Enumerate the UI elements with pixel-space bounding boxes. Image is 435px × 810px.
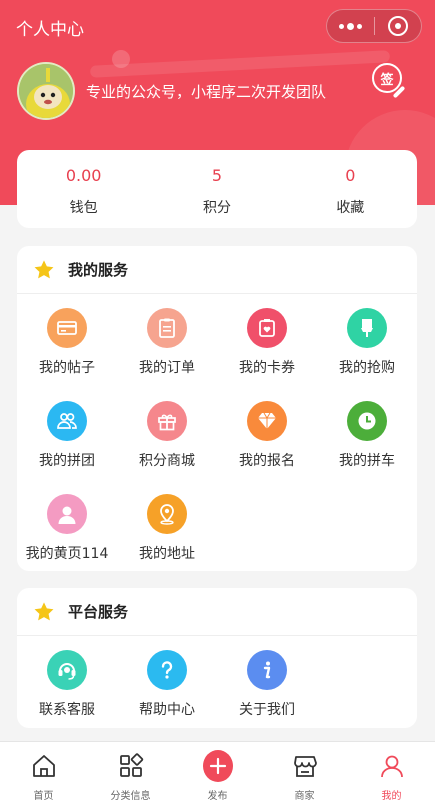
more-menu-button[interactable] <box>327 10 374 42</box>
service-item-address[interactable]: 我的地址 <box>117 480 217 571</box>
service-label: 我的拼车 <box>339 453 395 469</box>
platform-item-about-us[interactable]: 关于我们 <box>217 636 317 728</box>
question-icon <box>147 650 187 690</box>
service-item-orders[interactable]: 我的订单 <box>117 294 217 387</box>
bottom-tabbar: 首页 分类信息 发布 商家 我的 <box>0 741 435 810</box>
service-item-group-buy[interactable]: 我的拼团 <box>17 387 117 480</box>
tab-label: 我的 <box>381 791 402 802</box>
tab-label: 分类信息 <box>110 791 151 802</box>
clipboard-icon <box>147 308 187 348</box>
location-icon <box>147 494 187 534</box>
shop-icon <box>290 751 320 781</box>
stat-value: 0.00 <box>65 166 102 185</box>
tab-label: 首页 <box>33 791 54 802</box>
tab-mine[interactable]: 我的 <box>348 742 435 810</box>
home-icon <box>29 751 59 781</box>
card-icon <box>47 308 87 348</box>
flash-sale-icon <box>347 308 387 348</box>
card-title: 平台服务 <box>68 603 129 621</box>
tab-home[interactable]: 首页 <box>0 742 87 810</box>
stat-label: 钱包 <box>69 200 98 216</box>
diamond-icon <box>247 401 287 441</box>
service-item-flash-sale[interactable]: 我的抢购 <box>317 294 417 387</box>
service-label: 关于我们 <box>239 702 295 718</box>
signin-label: 签 <box>380 72 394 88</box>
stat-points[interactable]: 5 积分 <box>150 150 283 228</box>
star-icon <box>34 259 54 278</box>
tab-label: 发布 <box>207 791 228 802</box>
star-icon <box>34 601 54 620</box>
service-label: 联系客服 <box>39 702 95 718</box>
service-label: 我的抢购 <box>339 360 395 376</box>
miniprogram-capsule <box>326 9 422 43</box>
decor-dot <box>112 50 130 68</box>
card-title: 我的服务 <box>68 261 129 279</box>
gift-icon <box>147 401 187 441</box>
service-label: 我的拼团 <box>39 453 95 469</box>
service-item-carpool[interactable]: 我的拼车 <box>317 387 417 480</box>
avatar-image <box>19 64 73 118</box>
stat-label: 收藏 <box>336 200 365 216</box>
info-icon <box>247 650 287 690</box>
stat-label: 积分 <box>202 200 231 216</box>
close-miniprogram-button[interactable] <box>374 10 421 42</box>
service-item-posts[interactable]: 我的帖子 <box>17 294 117 387</box>
target-icon <box>387 16 408 36</box>
platform-grid: 联系客服 帮助中心 关于我们 <box>17 636 417 728</box>
stat-value: 5 <box>211 166 223 185</box>
signin-button[interactable]: 签 <box>372 63 406 99</box>
platform-item-customer-service[interactable]: 联系客服 <box>17 636 117 728</box>
stat-value: 0 <box>345 166 356 185</box>
card-header: 我的服务 <box>17 246 417 294</box>
profile-slogan: 专业的公众号，小程序二次开发团队 <box>86 83 327 101</box>
tab-label: 商家 <box>294 791 315 802</box>
platform-item-help-center[interactable]: 帮助中心 <box>117 636 217 728</box>
user-icon <box>377 751 407 781</box>
group-icon <box>47 401 87 441</box>
my-services-card: 我的服务 我的帖子 我的订单 我的卡券 我的抢购 我的拼团 积分商城 我的报名 … <box>17 246 417 571</box>
page-title: 个人中心 <box>16 20 84 40</box>
service-label: 我的黄页114 <box>25 546 109 562</box>
service-item-coupons[interactable]: 我的卡券 <box>217 294 317 387</box>
platform-services-card: 平台服务 联系客服 帮助中心 关于我们 <box>17 588 417 728</box>
avatar[interactable] <box>17 62 75 120</box>
service-item-yellow-pages[interactable]: 我的黄页114 <box>17 480 117 571</box>
service-label: 我的报名 <box>239 453 295 469</box>
service-label: 我的帖子 <box>39 360 95 376</box>
card-header: 平台服务 <box>17 588 417 636</box>
service-label: 我的订单 <box>139 360 195 376</box>
service-item-points-mall[interactable]: 积分商城 <box>117 387 217 480</box>
clock-icon <box>347 401 387 441</box>
tab-publish[interactable]: 发布 <box>174 742 261 810</box>
plus-icon <box>202 750 233 782</box>
stats-card: 0.00 钱包 5 积分 0 收藏 <box>17 150 417 228</box>
service-label: 帮助中心 <box>139 702 195 718</box>
service-label: 积分商城 <box>139 453 195 469</box>
service-label: 我的地址 <box>139 546 195 562</box>
coupon-icon <box>247 308 287 348</box>
tab-category[interactable]: 分类信息 <box>87 742 174 810</box>
service-item-signup[interactable]: 我的报名 <box>217 387 317 480</box>
service-grid: 我的帖子 我的订单 我的卡券 我的抢购 我的拼团 积分商城 我的报名 我的拼车 … <box>17 294 417 571</box>
person-icon <box>47 494 87 534</box>
headset-icon <box>47 650 87 690</box>
decor-shape <box>89 50 391 78</box>
stat-favorites[interactable]: 0 收藏 <box>284 150 417 228</box>
stat-wallet[interactable]: 0.00 钱包 <box>17 150 150 228</box>
pen-icon <box>392 85 406 99</box>
category-icon <box>116 751 146 781</box>
tab-merchant[interactable]: 商家 <box>261 742 348 810</box>
service-label: 我的卡券 <box>239 360 295 376</box>
